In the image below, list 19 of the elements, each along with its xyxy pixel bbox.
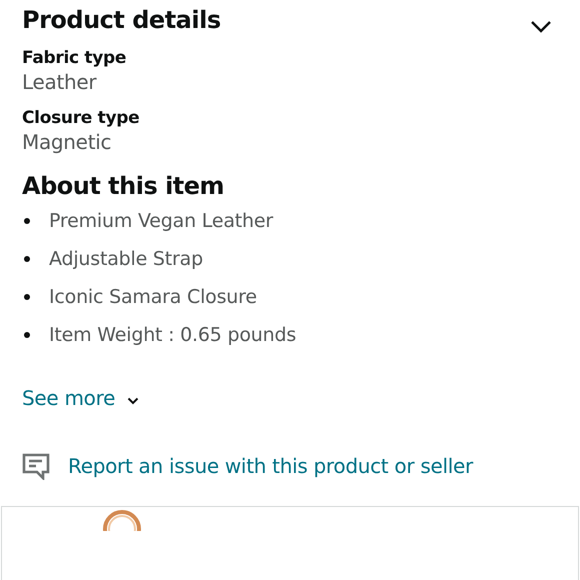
bullet-text: Iconic Samara Closure bbox=[49, 286, 257, 308]
bullet-icon bbox=[24, 294, 30, 300]
attribute-value: Magnetic bbox=[22, 130, 112, 154]
attribute-label: Closure type bbox=[22, 108, 140, 128]
comment-icon bbox=[22, 452, 50, 480]
attribute-label: Fabric type bbox=[22, 48, 128, 68]
bullet-text: Adjustable Strap bbox=[49, 248, 203, 270]
bullet-icon bbox=[24, 218, 30, 224]
see-more-link[interactable]: See more bbox=[22, 386, 116, 410]
bullet-icon bbox=[24, 332, 30, 338]
section-title: Product details bbox=[22, 6, 221, 34]
bullet-text: Premium Vegan Leather bbox=[49, 210, 273, 232]
bullet-text: Item Weight : 0.65 pounds bbox=[49, 324, 296, 346]
bullet-icon bbox=[24, 256, 30, 262]
chevron-icon[interactable] bbox=[127, 397, 140, 405]
section-title: About this item bbox=[22, 172, 226, 200]
attribute-value: Leather bbox=[22, 70, 98, 94]
report-link[interactable]: Report an issue with this product or seller bbox=[68, 454, 473, 478]
chevron-icon[interactable] bbox=[530, 20, 552, 34]
